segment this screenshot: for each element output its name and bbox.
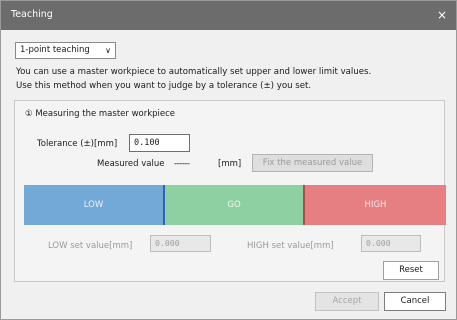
teaching-mode-value: 1-point teaching bbox=[20, 45, 90, 55]
teaching-mode-select[interactable]: 1-point teaching ∨ bbox=[15, 42, 116, 59]
title-bar[interactable]: Teaching × bbox=[1, 1, 456, 30]
measured-unit: [mm] bbox=[218, 159, 242, 169]
measured-value-label: Measured value bbox=[97, 159, 165, 169]
low-zone: LOW bbox=[24, 185, 165, 225]
close-icon[interactable]: × bbox=[434, 7, 450, 23]
fix-measured-value-button[interactable]: Fix the measured value bbox=[252, 154, 373, 172]
reset-button[interactable]: Reset bbox=[383, 261, 439, 280]
window-title: Teaching bbox=[11, 9, 53, 20]
measuring-group: ① Measuring the master workpiece Toleran… bbox=[14, 100, 446, 282]
high-set-value-label: HIGH set value[mm] bbox=[247, 241, 334, 251]
low-set-value-label: LOW set value[mm] bbox=[48, 241, 133, 251]
tolerance-input[interactable]: 0.100 bbox=[129, 134, 190, 152]
description-line-2: Use this method when you want to judge b… bbox=[16, 81, 312, 91]
low-set-value-input[interactable]: 0.000 bbox=[150, 235, 211, 252]
accept-button[interactable]: Accept bbox=[315, 292, 379, 311]
section-title: ① Measuring the master workpiece bbox=[25, 109, 176, 119]
cancel-button[interactable]: Cancel bbox=[384, 292, 446, 311]
high-set-value-input[interactable]: 0.000 bbox=[361, 235, 421, 252]
chevron-down-icon: ∨ bbox=[105, 46, 111, 55]
teaching-dialog: Teaching × 1-point teaching ∨ You can us… bbox=[0, 0, 457, 320]
go-zone: GO bbox=[165, 185, 305, 225]
description-line-1: You can use a master workpiece to automa… bbox=[16, 67, 372, 77]
tolerance-label: Tolerance (±)[mm] bbox=[37, 139, 118, 149]
measured-value: ------ bbox=[174, 159, 190, 169]
high-zone: HIGH bbox=[305, 185, 446, 225]
